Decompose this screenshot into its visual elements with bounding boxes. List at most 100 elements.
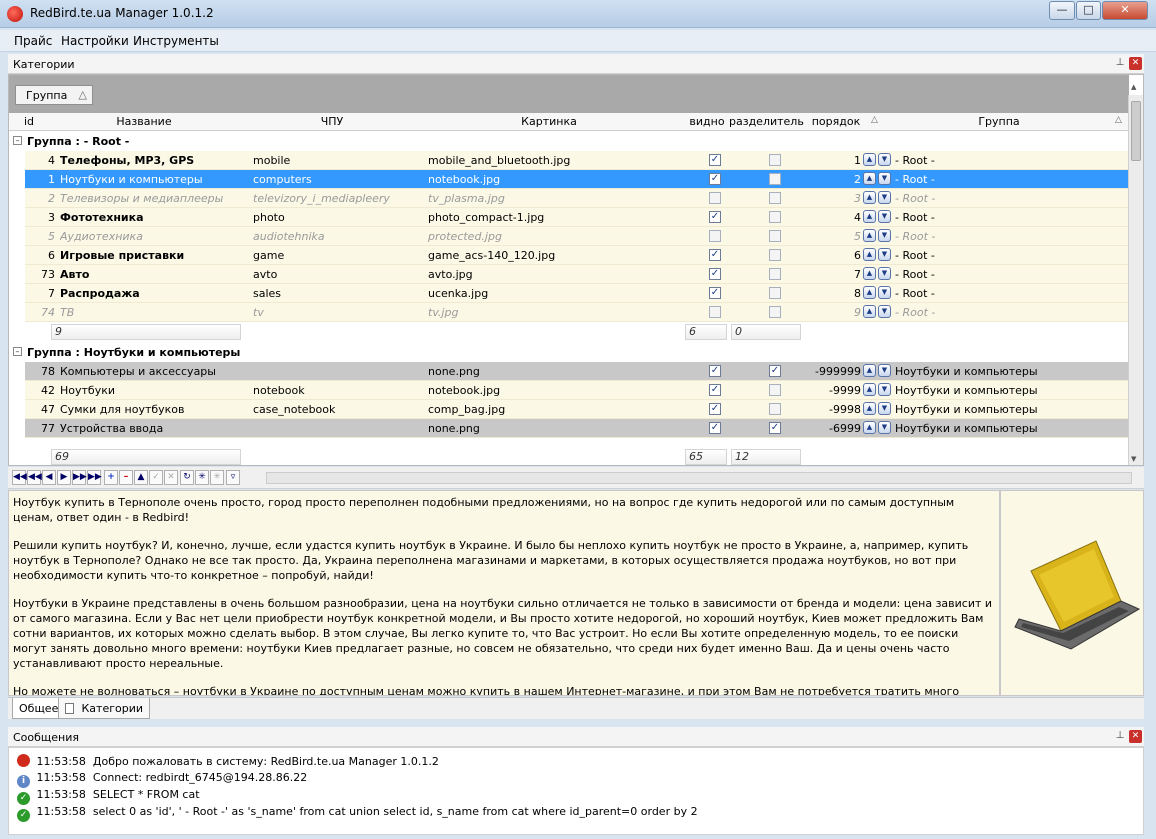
table-row[interactable]: 1 Ноутбуки и компьютеры computers notebook.…	[25, 170, 1129, 189]
menu-item-price[interactable]: Прайс	[14, 34, 52, 48]
separator-checkbox[interactable]	[769, 403, 781, 415]
table-row[interactable]: 78 Компьютеры и аксессуары none.png ✓ ✓ -9999…	[25, 362, 1129, 381]
visible-checkbox[interactable]	[709, 306, 721, 318]
visible-checkbox[interactable]: ✓	[709, 403, 721, 415]
col-chpu[interactable]: ЧПУ	[259, 115, 405, 128]
separator-checkbox[interactable]	[769, 384, 781, 396]
maximize-button[interactable]: □	[1076, 1, 1101, 20]
table-row[interactable]: 5 Аудиотехника audiotehnika protected.jpg 5 ▲…	[25, 227, 1129, 246]
table-row[interactable]: 73 Авто avto avto.jpg ✓ 7 ▲ ▼ - Root -	[25, 265, 1129, 284]
table-row[interactable]: 47 Сумки для ноутбуков case_notebook comp_b…	[25, 400, 1129, 419]
panel-close-icon[interactable]: ✕	[1129, 730, 1142, 743]
visible-checkbox[interactable]	[709, 192, 721, 204]
separator-checkbox[interactable]: ✓	[769, 365, 781, 377]
last-page-icon[interactable]: ▶▶	[87, 470, 102, 485]
order-up-icon[interactable]: ▲	[863, 191, 876, 204]
table-row[interactable]: 74 ТВ tv tv.jpg 9 ▲ ▼ - Root -	[25, 303, 1129, 322]
group-row-root[interactable]: – Группа : - Root -	[9, 132, 1129, 151]
delete-record-icon[interactable]: –	[119, 470, 133, 485]
col-visible[interactable]: видно	[685, 115, 729, 128]
separator-checkbox[interactable]	[769, 154, 781, 166]
separator-checkbox[interactable]: ✓	[769, 422, 781, 434]
order-up-icon[interactable]: ▲	[863, 248, 876, 261]
col-separator[interactable]: разделитель	[729, 115, 804, 128]
order-up-icon[interactable]: ▲	[863, 383, 876, 396]
order-down-icon[interactable]: ▼	[878, 153, 891, 166]
order-up-icon[interactable]: ▲	[863, 305, 876, 318]
first-page-icon[interactable]: ◀◀	[12, 470, 27, 485]
visible-checkbox[interactable]: ✓	[709, 268, 721, 280]
order-down-icon[interactable]: ▼	[878, 172, 891, 185]
scroll-up-icon[interactable]: ▲	[1131, 83, 1136, 91]
horizontal-scrollbar[interactable]	[266, 472, 1132, 484]
goto-bookmark-icon[interactable]: ✳	[210, 470, 224, 485]
pin-icon[interactable]: ⊥	[1114, 57, 1126, 69]
order-up-icon[interactable]: ▲	[863, 402, 876, 415]
visible-checkbox[interactable]: ✓	[709, 173, 721, 185]
visible-checkbox[interactable]	[709, 230, 721, 242]
order-down-icon[interactable]: ▼	[878, 229, 891, 242]
col-name[interactable]: Название	[69, 115, 219, 128]
group-by-button[interactable]: Группа △	[15, 85, 93, 105]
panel-close-icon[interactable]: ✕	[1129, 57, 1142, 70]
table-row[interactable]: 3 Фототехника photo photo_compact-1.jpg ✓ 4 ▲ ▼…	[25, 208, 1129, 227]
prev-page-icon[interactable]: ◀◀	[27, 470, 42, 485]
next-record-icon[interactable]: ▶	[57, 470, 71, 485]
close-button[interactable]: ✕	[1102, 1, 1148, 20]
menu-item-tools[interactable]: Инструменты	[133, 34, 219, 48]
table-row[interactable]: 7 Распродажа sales ucenka.jpg ✓ 8 ▲ ▼ - Root -	[25, 284, 1129, 303]
refresh-icon[interactable]: ↻	[180, 470, 194, 485]
vertical-scrollbar[interactable]: ▲ ▼	[1128, 83, 1143, 465]
collapse-icon[interactable]: –	[13, 347, 22, 356]
group-row-notebooks[interactable]: – Группа : Ноутбуки и компьютеры	[9, 343, 1129, 362]
filter-icon[interactable]: ▿	[226, 470, 240, 485]
order-up-icon[interactable]: ▲	[863, 421, 876, 434]
table-row[interactable]: 77 Устройства ввода none.png ✓ ✓ -6999 ▲ ▼ Ноутб…	[25, 419, 1129, 438]
separator-checkbox[interactable]	[769, 306, 781, 318]
minimize-button[interactable]: —	[1049, 1, 1075, 20]
order-up-icon[interactable]: ▲	[863, 364, 876, 377]
visible-checkbox[interactable]: ✓	[709, 384, 721, 396]
visible-checkbox[interactable]: ✓	[709, 154, 721, 166]
menu-item-settings[interactable]: Настройки	[61, 34, 129, 48]
visible-checkbox[interactable]: ✓	[709, 211, 721, 223]
table-row[interactable]: 2 Телевизоры и медиаплееры televizory_i_me…	[25, 189, 1129, 208]
visible-checkbox[interactable]: ✓	[709, 287, 721, 299]
order-up-icon[interactable]: ▲	[863, 210, 876, 223]
order-down-icon[interactable]: ▼	[878, 305, 891, 318]
table-row[interactable]: 6 Игровые приставки game game_acs-140_120.j…	[25, 246, 1129, 265]
description-text[interactable]: Ноутбук купить в Тернополе очень просто,…	[8, 490, 1000, 696]
prev-record-icon[interactable]: ◀	[42, 470, 56, 485]
visible-checkbox[interactable]: ✓	[709, 365, 721, 377]
collapse-icon[interactable]: –	[13, 136, 22, 145]
order-up-icon[interactable]: ▲	[863, 172, 876, 185]
edit-record-icon[interactable]: ▲	[134, 470, 148, 485]
order-down-icon[interactable]: ▼	[878, 286, 891, 299]
col-id[interactable]: id	[21, 115, 37, 128]
pin-icon[interactable]: ⊥	[1114, 730, 1126, 742]
order-down-icon[interactable]: ▼	[878, 210, 891, 223]
order-down-icon[interactable]: ▼	[878, 267, 891, 280]
order-up-icon[interactable]: ▲	[863, 286, 876, 299]
separator-checkbox[interactable]	[769, 211, 781, 223]
table-row[interactable]: 42 Ноутбуки notebook notebook.jpg ✓ -9999 ▲ ▼ Но…	[25, 381, 1129, 400]
order-up-icon[interactable]: ▲	[863, 267, 876, 280]
save-bookmark-icon[interactable]: ✳	[195, 470, 209, 485]
order-up-icon[interactable]: ▲	[863, 153, 876, 166]
visible-checkbox[interactable]: ✓	[709, 249, 721, 261]
order-up-icon[interactable]: ▲	[863, 229, 876, 242]
col-picture[interactable]: Картинка	[429, 115, 669, 128]
separator-checkbox[interactable]	[769, 268, 781, 280]
separator-checkbox[interactable]	[769, 230, 781, 242]
visible-checkbox[interactable]: ✓	[709, 422, 721, 434]
order-down-icon[interactable]: ▼	[878, 364, 891, 377]
order-down-icon[interactable]: ▼	[878, 248, 891, 261]
post-record-icon[interactable]: ✓	[149, 470, 163, 485]
col-group[interactable]: Группа	[889, 115, 1109, 128]
scroll-thumb[interactable]	[1131, 101, 1141, 161]
next-page-icon[interactable]: ▶▶	[72, 470, 87, 485]
order-down-icon[interactable]: ▼	[878, 383, 891, 396]
order-down-icon[interactable]: ▼	[878, 402, 891, 415]
table-row[interactable]: 4 Телефоны, MP3, GPS mobile mobile_and_blue…	[25, 151, 1129, 170]
tab-categories[interactable]: Категории	[58, 698, 151, 719]
